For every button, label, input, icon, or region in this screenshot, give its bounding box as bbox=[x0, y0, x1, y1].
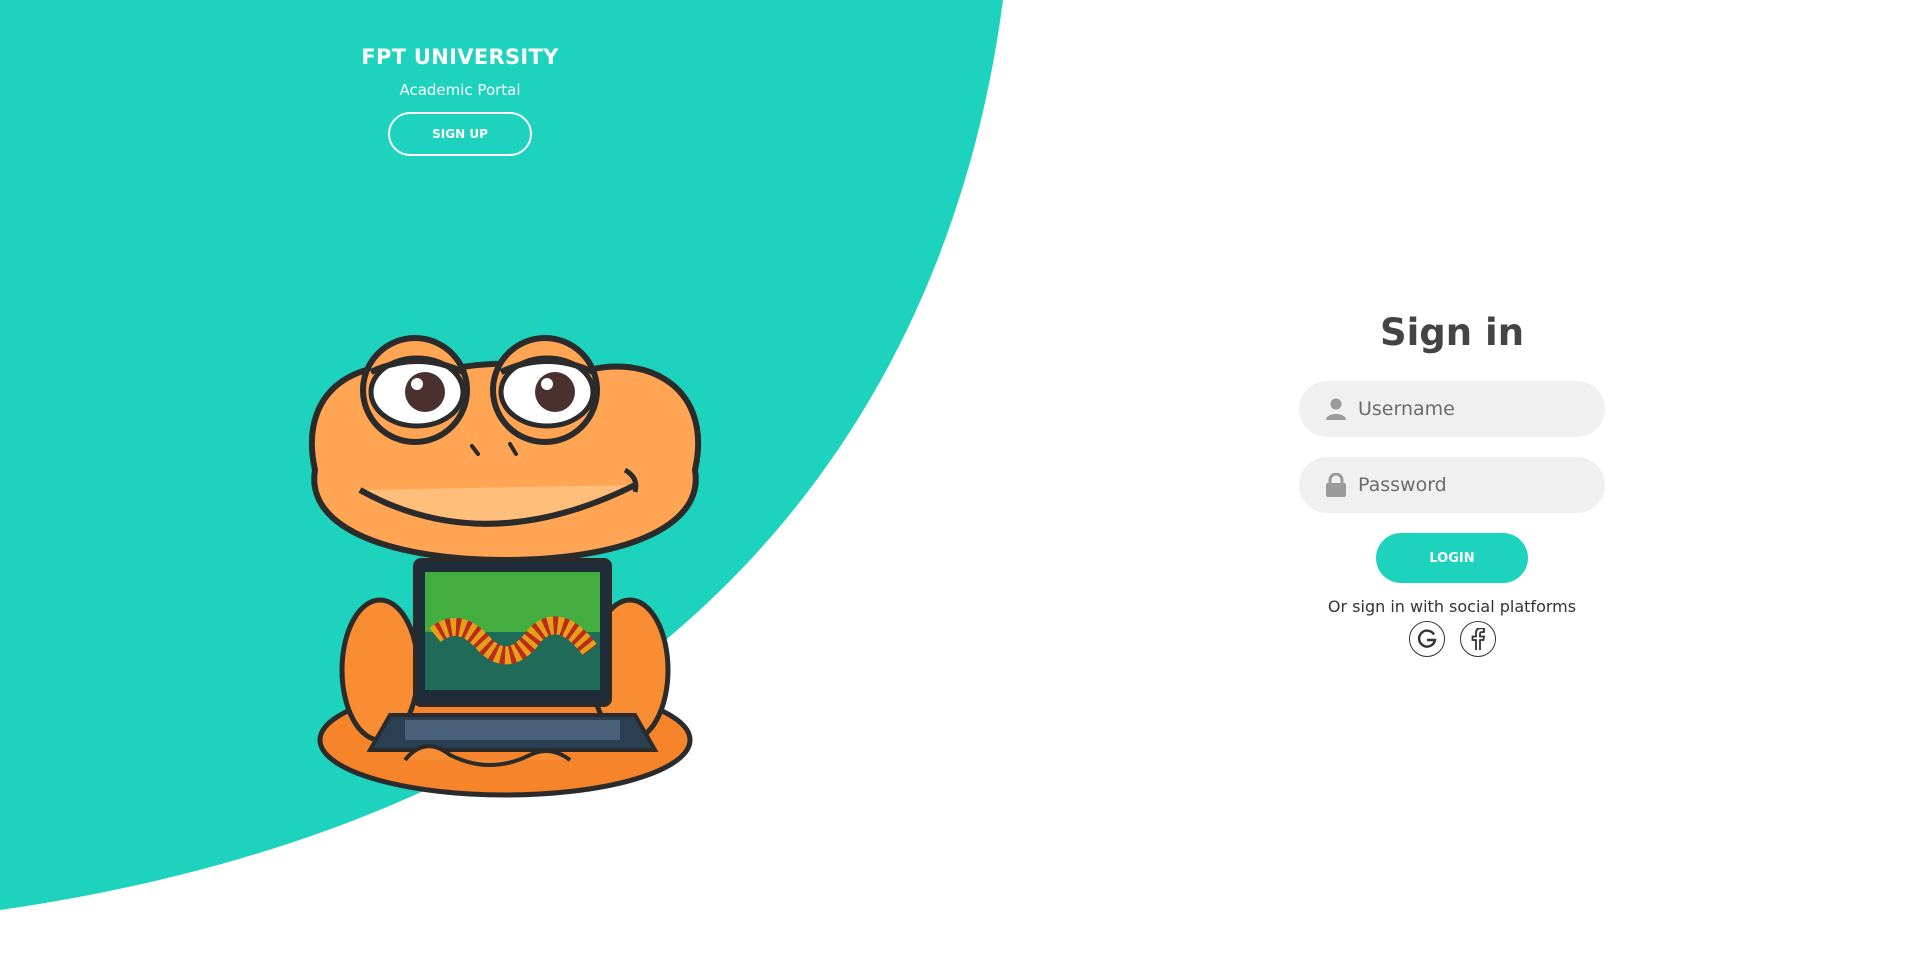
password-field bbox=[1299, 457, 1605, 513]
google-login-button[interactable] bbox=[1408, 621, 1445, 657]
login-button[interactable]: LOGIN bbox=[1376, 533, 1528, 583]
username-field bbox=[1299, 381, 1605, 437]
social-login-text: Or sign in with social platforms bbox=[1327, 597, 1577, 616]
brand-panel: FPT UNIVERSITY Academic Portal SIGN UP bbox=[310, 42, 610, 156]
university-title: FPT UNIVERSITY bbox=[361, 45, 559, 69]
username-input[interactable] bbox=[1358, 389, 1588, 429]
sign-in-title: Sign in bbox=[1379, 311, 1525, 354]
social-buttons bbox=[1299, 621, 1605, 657]
lock-icon bbox=[1324, 473, 1348, 497]
facebook-icon bbox=[1471, 628, 1485, 650]
sign-in-form: Sign in LOGIN Or sign in with social pla… bbox=[1299, 305, 1605, 657]
login-page: FPT UNIVERSITY Academic Portal SIGN UP S… bbox=[0, 0, 1920, 954]
facebook-login-button[interactable] bbox=[1459, 621, 1496, 657]
portal-subtitle: Academic Portal bbox=[399, 81, 521, 99]
google-icon bbox=[1417, 629, 1436, 648]
frog-mascot-illustration bbox=[308, 335, 702, 798]
password-input[interactable] bbox=[1358, 465, 1588, 505]
sign-up-button[interactable]: SIGN UP bbox=[388, 112, 532, 156]
user-icon bbox=[1324, 397, 1348, 421]
